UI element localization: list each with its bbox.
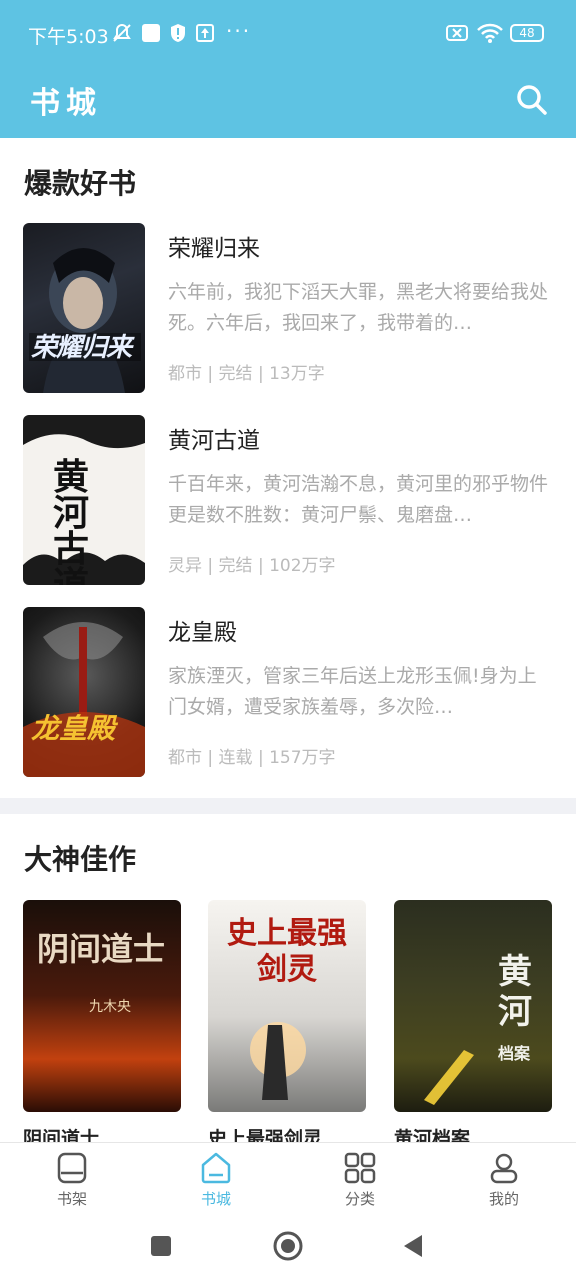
status-bar: 下午5:03 ··· 48 <box>0 0 576 66</box>
book-cover: 黄河古道 <box>23 415 145 585</box>
tab-profile[interactable]: 我的 <box>454 1151 554 1209</box>
book-title: 荣耀归来 <box>168 236 260 262</box>
tab-bookshelf[interactable]: 书架 <box>22 1151 122 1209</box>
book-grid-item[interactable]: 黄河 档案 黄河档案 <box>394 900 552 1151</box>
back-button[interactable] <box>398 1230 430 1262</box>
system-nav-bar <box>0 1214 576 1280</box>
book-cover: 黄河 档案 <box>394 900 552 1112</box>
tab-label: 书架 <box>56 1190 87 1208</box>
cover-title: 龙皇殿 <box>31 712 116 745</box>
cover-title: 黄河 <box>498 952 532 1032</box>
section-title-hot: 爆款好书 <box>24 167 137 200</box>
book-item[interactable]: 荣耀归来 荣耀归来 六年前，我犯下滔天大罪，黑老大将要给我处死。六年后，我回来了… <box>0 223 576 395</box>
back-icon <box>404 1235 422 1257</box>
cover-title: 荣耀归来 <box>31 333 132 363</box>
home-button[interactable] <box>272 1230 304 1262</box>
book-meta: 都市 | 完结 | 13万字 <box>168 364 325 384</box>
cover-title: 阴间道士 <box>37 930 166 968</box>
shield-icon <box>169 22 187 44</box>
tab-category[interactable]: 分类 <box>310 1151 410 1209</box>
status-time: 下午5:03 <box>28 26 109 48</box>
book-item[interactable]: 龙皇殿 龙皇殿 家族湮灭，管家三年后送上龙形玉佩!身为上门女婿，遭受家族羞辱，多… <box>0 607 576 779</box>
book-grid-item[interactable]: 阴间道士 九木央 阴间道士 <box>23 900 181 1151</box>
bookshelf-icon <box>55 1151 89 1185</box>
wifi-icon <box>476 22 504 44</box>
book-meta: 灵异 | 完结 | 102万字 <box>168 556 336 576</box>
battery-icon: 48 <box>510 24 544 42</box>
upload-icon <box>196 24 214 42</box>
book-item[interactable]: 黄河古道 黄河古道 千百年来，黄河浩瀚不息，黄河里的邪乎物件更是数不胜数：黄河尸… <box>0 415 576 587</box>
category-icon <box>343 1151 377 1185</box>
section-title-master: 大神佳作 <box>24 843 137 876</box>
book-cover: 荣耀归来 <box>23 223 145 393</box>
cover-title: 黄河古道 <box>53 456 90 585</box>
search-button[interactable] <box>512 80 552 120</box>
more-notifications-icon: ··· <box>226 19 252 43</box>
book-cover: 龙皇殿 <box>23 607 145 777</box>
book-grid-item[interactable]: 史上最强剑灵 史上最强剑灵 <box>208 900 366 1151</box>
recents-button[interactable] <box>145 1230 177 1262</box>
book-description: 六年前，我犯下滔天大罪，黑老大将要给我处死。六年后，我回来了，我带着的… <box>168 281 549 334</box>
bottom-nav: 书架 书城 分类 我的 <box>0 1142 576 1214</box>
book-title: 黄河古道 <box>168 428 260 454</box>
tab-label: 我的 <box>488 1190 519 1208</box>
tab-label: 分类 <box>344 1190 375 1208</box>
book-meta: 都市 | 连载 | 157万字 <box>168 748 336 768</box>
notification-icon <box>142 24 160 42</box>
no-sim-icon <box>445 22 469 44</box>
book-description: 家族湮灭，管家三年后送上龙形玉佩!身为上门女婿，遭受家族羞辱，多次险… <box>168 665 537 718</box>
app-header: 书城 <box>0 66 576 138</box>
search-icon <box>517 85 547 115</box>
book-title: 龙皇殿 <box>168 620 237 646</box>
profile-icon <box>487 1151 521 1185</box>
book-cover: 史上最强剑灵 <box>208 900 366 1112</box>
cover-subtitle: 档案 <box>498 1044 531 1063</box>
book-description: 千百年来，黄河浩瀚不息，黄河里的邪乎物件更是数不胜数：黄河尸鬃、鬼磨盘… <box>168 473 549 526</box>
cover-author: 九木央 <box>89 999 131 1015</box>
book-cover: 阴间道士 九木央 <box>23 900 181 1112</box>
recents-icon <box>151 1236 171 1256</box>
home-icon <box>273 1231 303 1261</box>
section-divider <box>0 798 576 814</box>
tab-bookstore[interactable]: 书城 <box>166 1151 266 1209</box>
cover-title: 史上最强剑灵 <box>227 916 347 987</box>
tab-label: 书城 <box>200 1190 231 1208</box>
mute-icon <box>110 22 134 44</box>
bookstore-icon <box>199 1151 233 1185</box>
page-title: 书城 <box>30 86 102 121</box>
